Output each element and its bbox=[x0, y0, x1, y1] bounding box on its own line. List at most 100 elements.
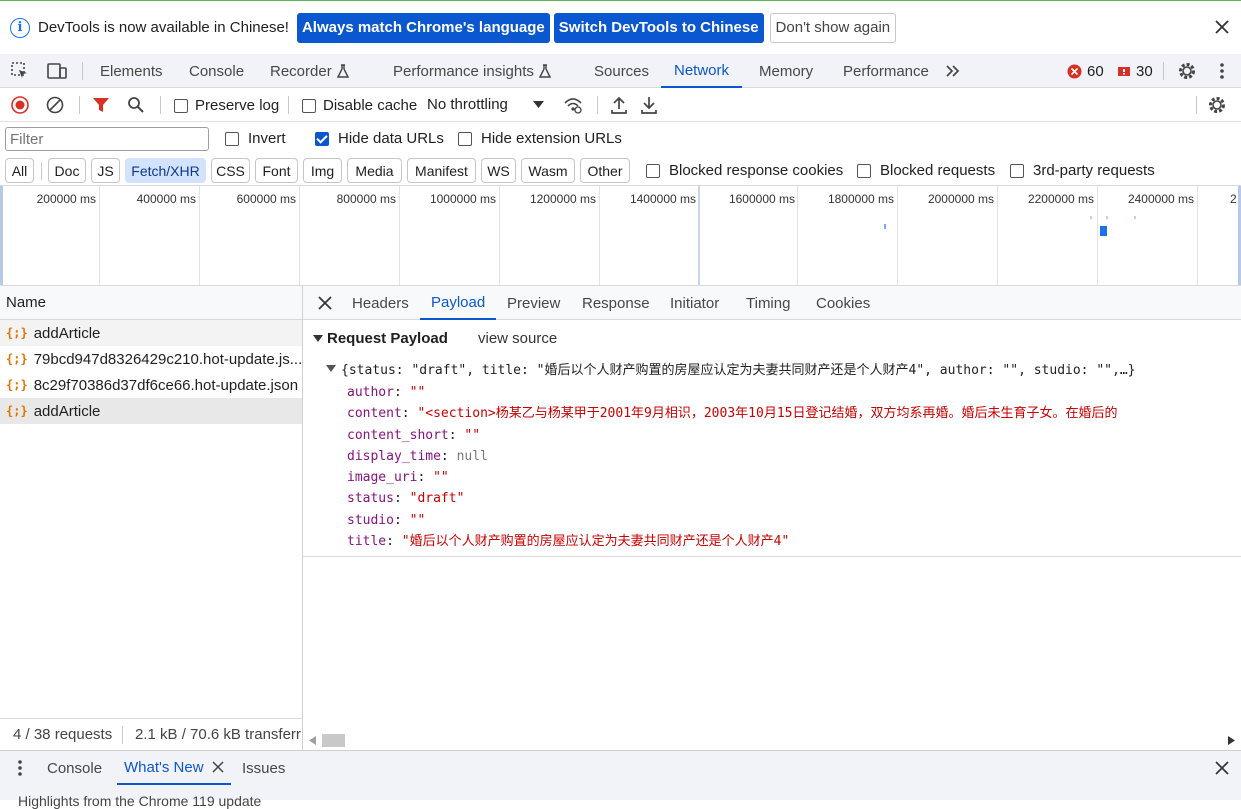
payload-field[interactable]: studio: "" bbox=[347, 510, 1117, 531]
blocked-response-cookies-checkbox[interactable]: Blocked response cookies bbox=[646, 162, 843, 179]
payload-field[interactable]: status: "draft" bbox=[347, 488, 1117, 509]
error-count[interactable]: 60 bbox=[1067, 63, 1104, 80]
tab-initiator[interactable]: Initiator bbox=[670, 286, 719, 320]
drawer-tab-console[interactable]: Console bbox=[47, 751, 102, 785]
request-payload-section-header[interactable]: Request Payload bbox=[313, 330, 448, 347]
xhr-icon: {;} bbox=[6, 404, 28, 418]
request-row[interactable]: {;} 8c29f70386d37df6ce66.hot-update.json bbox=[0, 372, 302, 398]
preserve-log-checkbox[interactable]: Preserve log bbox=[174, 97, 279, 114]
inspect-element-icon[interactable] bbox=[10, 61, 30, 81]
issue-count[interactable]: 30 bbox=[1117, 63, 1153, 80]
clear-icon[interactable] bbox=[46, 96, 64, 114]
hide-data-urls-label: Hide data URLs bbox=[338, 130, 444, 147]
payload-object-summary[interactable]: {status: "draft", title: "婚后以个人财产购置的房屋应认… bbox=[326, 359, 1135, 378]
type-filter-doc[interactable]: Doc bbox=[48, 158, 86, 183]
hide-data-urls-checkbox[interactable]: Hide data URLs bbox=[315, 130, 444, 147]
close-drawer-icon[interactable] bbox=[1215, 761, 1229, 775]
request-row[interactable]: {;} addArticle bbox=[0, 320, 302, 346]
horizontal-scrollbar[interactable] bbox=[303, 731, 1241, 750]
blocked-requests-checkbox[interactable]: Blocked requests bbox=[857, 162, 995, 179]
third-party-requests-box[interactable] bbox=[1010, 163, 1024, 178]
tab-recorder[interactable]: Recorder bbox=[270, 54, 349, 88]
third-party-requests-checkbox[interactable]: 3rd-party requests bbox=[1010, 162, 1155, 179]
always-match-language-button[interactable]: Always match Chrome's language bbox=[296, 12, 550, 43]
payload-field[interactable]: image_uri: "" bbox=[347, 467, 1117, 488]
name-column-header[interactable]: Name bbox=[0, 286, 302, 320]
request-row[interactable]: {;} 79bcd947d8326429c210.hot-update.js..… bbox=[0, 346, 302, 372]
type-filter-img[interactable]: Img bbox=[303, 158, 342, 183]
drawer-tab-issues[interactable]: Issues bbox=[242, 751, 285, 785]
payload-field[interactable]: title: "婚后以个人财产购置的房屋应认定为夫妻共同财产还是个人财产4" bbox=[347, 531, 1117, 552]
type-filter-css[interactable]: CSS bbox=[211, 158, 250, 183]
scroll-left-arrow-icon[interactable] bbox=[309, 736, 316, 745]
tab-timing[interactable]: Timing bbox=[746, 286, 790, 320]
drawer-tab-whats-new[interactable]: What's New bbox=[117, 751, 231, 785]
payload-field[interactable]: content_short: "" bbox=[347, 425, 1117, 446]
hide-data-urls-box[interactable] bbox=[315, 131, 329, 146]
payload-field[interactable]: author: "" bbox=[347, 382, 1117, 403]
tab-preview[interactable]: Preview bbox=[507, 286, 560, 320]
request-name: addArticle bbox=[33, 324, 101, 342]
type-filter-all[interactable]: All bbox=[5, 158, 34, 183]
infobar-message: DevTools is now available in Chinese! bbox=[38, 19, 289, 36]
type-filter-ws[interactable]: WS bbox=[481, 158, 516, 183]
tab-memory[interactable]: Memory bbox=[759, 54, 813, 88]
stop-recording-icon[interactable] bbox=[11, 96, 29, 114]
filter-funnel-icon[interactable] bbox=[92, 96, 110, 114]
scroll-thumb[interactable] bbox=[322, 734, 345, 747]
tab-elements[interactable]: Elements bbox=[100, 54, 163, 88]
view-source-link[interactable]: view source bbox=[478, 330, 557, 347]
tab-headers[interactable]: Headers bbox=[352, 286, 409, 320]
network-overview-timeline[interactable]: 200000 ms 400000 ms 600000 ms 800000 ms … bbox=[0, 186, 1241, 286]
preserve-log-box[interactable] bbox=[174, 98, 188, 113]
import-har-icon[interactable] bbox=[610, 95, 628, 115]
tab-payload[interactable]: Payload bbox=[420, 286, 497, 320]
more-options-icon[interactable] bbox=[1215, 62, 1229, 80]
invert-label: Invert bbox=[248, 130, 286, 147]
search-icon[interactable] bbox=[127, 96, 145, 114]
tab-response[interactable]: Response bbox=[582, 286, 650, 320]
whats-new-peek-text: Highlights from the Chrome 119 update bbox=[18, 793, 262, 809]
type-filter-font[interactable]: Font bbox=[255, 158, 298, 183]
filter-input[interactable] bbox=[5, 127, 209, 151]
network-settings-gear-icon[interactable] bbox=[1207, 95, 1227, 115]
tab-network[interactable]: Network bbox=[661, 54, 743, 88]
invert-box[interactable] bbox=[225, 131, 239, 146]
close-tab-icon[interactable] bbox=[212, 761, 224, 773]
throttling-select[interactable]: No throttling bbox=[427, 96, 549, 113]
type-filter-other[interactable]: Other bbox=[580, 158, 630, 183]
tab-sources[interactable]: Sources bbox=[594, 54, 649, 88]
switch-to-chinese-button[interactable]: Switch DevTools to Chinese bbox=[553, 12, 764, 43]
type-filter-manifest[interactable]: Manifest bbox=[407, 158, 476, 183]
blocked-response-cookies-box[interactable] bbox=[646, 163, 660, 178]
drawer-menu-icon[interactable] bbox=[13, 759, 27, 777]
payload-field[interactable]: content: "<section>杨某乙与杨某甲于2001年9月相识，200… bbox=[347, 403, 1117, 424]
hide-extension-urls-box[interactable] bbox=[458, 131, 472, 146]
hide-extension-urls-checkbox[interactable]: Hide extension URLs bbox=[458, 130, 622, 147]
scroll-right-arrow-icon[interactable] bbox=[1228, 736, 1235, 745]
network-conditions-icon[interactable] bbox=[563, 95, 583, 115]
payload-field[interactable]: display_time: null bbox=[347, 446, 1117, 467]
type-filter-wasm[interactable]: Wasm bbox=[521, 158, 575, 183]
xhr-icon: {;} bbox=[6, 326, 28, 340]
type-filter-fetch-xhr[interactable]: Fetch/XHR bbox=[125, 158, 206, 183]
blocked-requests-box[interactable] bbox=[857, 163, 871, 178]
export-har-icon[interactable] bbox=[640, 95, 658, 115]
tab-performance-insights[interactable]: Performance insights bbox=[393, 54, 551, 88]
close-infobar-icon[interactable] bbox=[1213, 18, 1231, 36]
settings-gear-icon[interactable] bbox=[1177, 61, 1197, 81]
tab-performance[interactable]: Performance bbox=[843, 54, 929, 88]
tab-console[interactable]: Console bbox=[189, 54, 244, 88]
tab-cookies[interactable]: Cookies bbox=[816, 286, 870, 320]
device-toolbar-icon[interactable] bbox=[46, 61, 68, 81]
disable-cache-checkbox[interactable]: Disable cache bbox=[302, 97, 417, 114]
dont-show-again-button[interactable]: Don't show again bbox=[769, 12, 897, 43]
type-filter-media[interactable]: Media bbox=[347, 158, 402, 183]
request-row-selected[interactable]: {;} addArticle bbox=[0, 398, 302, 424]
invert-checkbox[interactable]: Invert bbox=[225, 130, 286, 147]
field-key: status bbox=[347, 491, 394, 507]
close-detail-icon[interactable] bbox=[317, 295, 333, 311]
type-filter-js[interactable]: JS bbox=[91, 158, 120, 183]
disable-cache-box[interactable] bbox=[302, 98, 316, 113]
more-tabs-icon[interactable] bbox=[944, 62, 962, 80]
